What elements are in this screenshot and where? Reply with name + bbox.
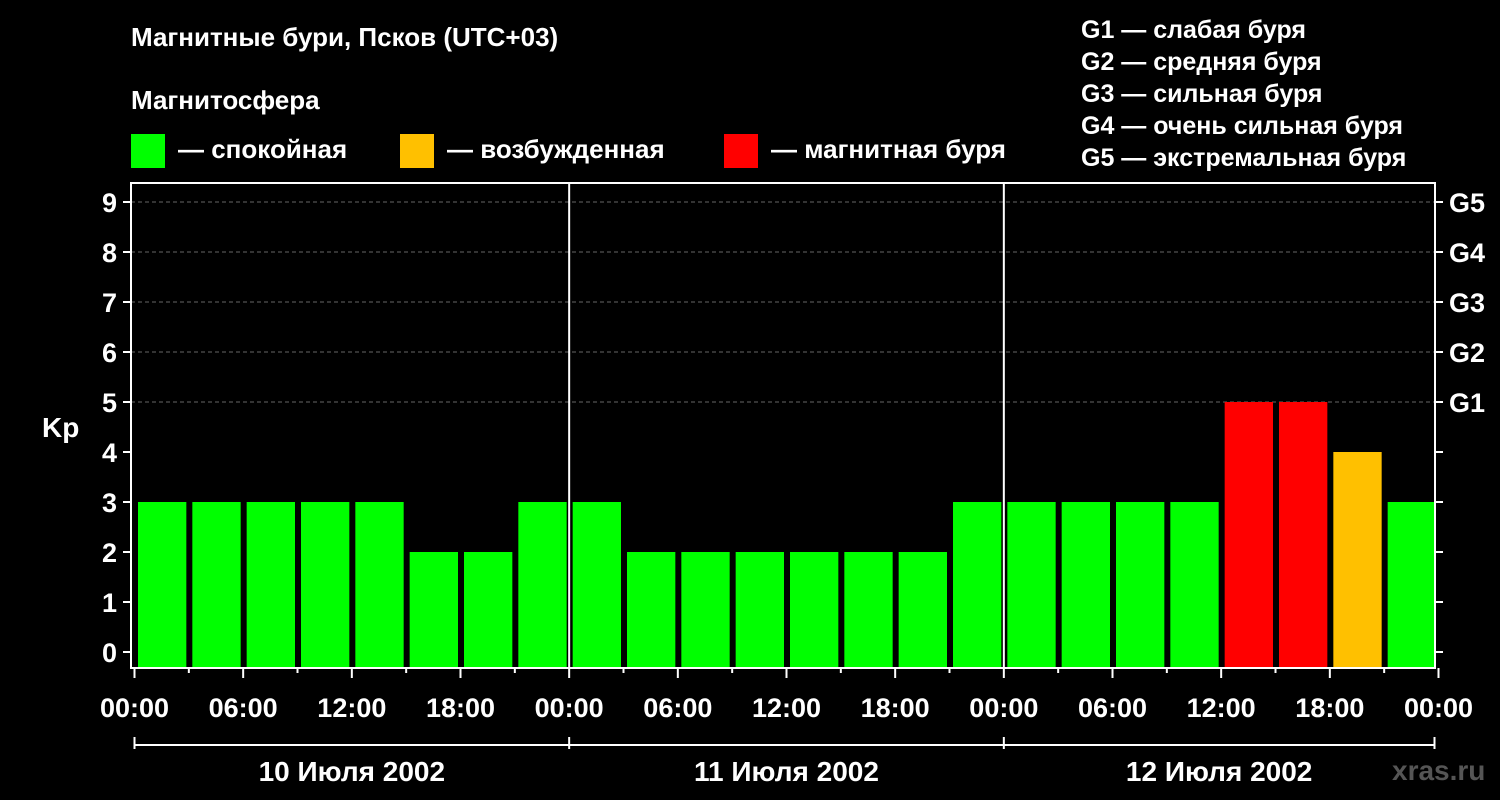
x-tick-label: 12:00 xyxy=(752,693,821,723)
x-tick-label: 06:00 xyxy=(209,693,278,723)
kp-bar xyxy=(898,552,947,668)
kp-bar xyxy=(844,552,893,668)
y-axis-label: Kp xyxy=(42,412,79,443)
kp-bar xyxy=(1279,402,1328,668)
g-level-label: G5 xyxy=(1449,188,1485,218)
kp-bar xyxy=(1116,502,1165,668)
kp-bar-chart: 0 1 2 3 4 5 6 7 8 9 G1 G2 G3 G4 G5 Kp 00:00 06:00 12:00 18:… xyxy=(42,182,1485,787)
g-level-label: G1 xyxy=(1449,388,1485,418)
y-tick-label: 3 xyxy=(102,488,117,518)
kp-bar xyxy=(1061,502,1110,668)
kp-bar xyxy=(1007,502,1056,668)
x-tick-label: 06:00 xyxy=(1078,693,1147,723)
g-level-label: G3 xyxy=(1449,288,1485,318)
y-tick-label: 5 xyxy=(102,388,117,418)
kp-bar xyxy=(1333,452,1382,668)
kp-bar xyxy=(409,552,458,668)
kp-bar xyxy=(572,502,621,668)
y-tick-label: 9 xyxy=(102,188,117,218)
kp-bar xyxy=(138,502,187,668)
x-tick-label: 18:00 xyxy=(426,693,495,723)
day-label: 12 Июля 2002 xyxy=(1126,756,1312,787)
y-tick-label: 2 xyxy=(102,538,117,568)
x-tick-label: 00:00 xyxy=(969,693,1038,723)
kp-bar xyxy=(1224,402,1273,668)
g-level-label: G2 xyxy=(1449,338,1485,368)
kp-bar xyxy=(735,552,784,668)
kp-bar xyxy=(192,502,241,668)
kp-bar xyxy=(953,502,1002,668)
y-tick-label: 7 xyxy=(102,288,117,318)
kp-bar xyxy=(355,502,404,668)
day-label: 10 Июля 2002 xyxy=(259,756,445,787)
day-label: 11 Июля 2002 xyxy=(694,756,879,787)
g-level-label: G4 xyxy=(1449,238,1485,268)
x-tick-label: 18:00 xyxy=(861,693,930,723)
kp-bar xyxy=(790,552,839,668)
kp-bar xyxy=(1387,502,1436,668)
kp-bar xyxy=(627,552,676,668)
y-tick-label: 8 xyxy=(102,238,117,268)
x-tick-label: 00:00 xyxy=(100,693,169,723)
y-tick-label: 6 xyxy=(102,338,117,368)
y-tick-label: 4 xyxy=(102,438,117,468)
kp-bar xyxy=(301,502,350,668)
kp-bar xyxy=(464,552,513,668)
x-tick-label: 06:00 xyxy=(643,693,712,723)
x-tick-label: 00:00 xyxy=(535,693,604,723)
kp-bar xyxy=(518,502,567,668)
y-tick-label: 0 xyxy=(102,638,117,668)
x-tick-label: 12:00 xyxy=(317,693,386,723)
kp-bar xyxy=(246,502,295,668)
x-tick-label: 00:00 xyxy=(1404,693,1473,723)
x-tick-label: 12:00 xyxy=(1187,693,1256,723)
kp-bar xyxy=(1170,502,1219,668)
watermark: xras.ru xyxy=(1392,755,1486,786)
kp-bar xyxy=(681,552,730,668)
y-tick-label: 1 xyxy=(102,588,117,618)
x-tick-label: 18:00 xyxy=(1295,693,1364,723)
